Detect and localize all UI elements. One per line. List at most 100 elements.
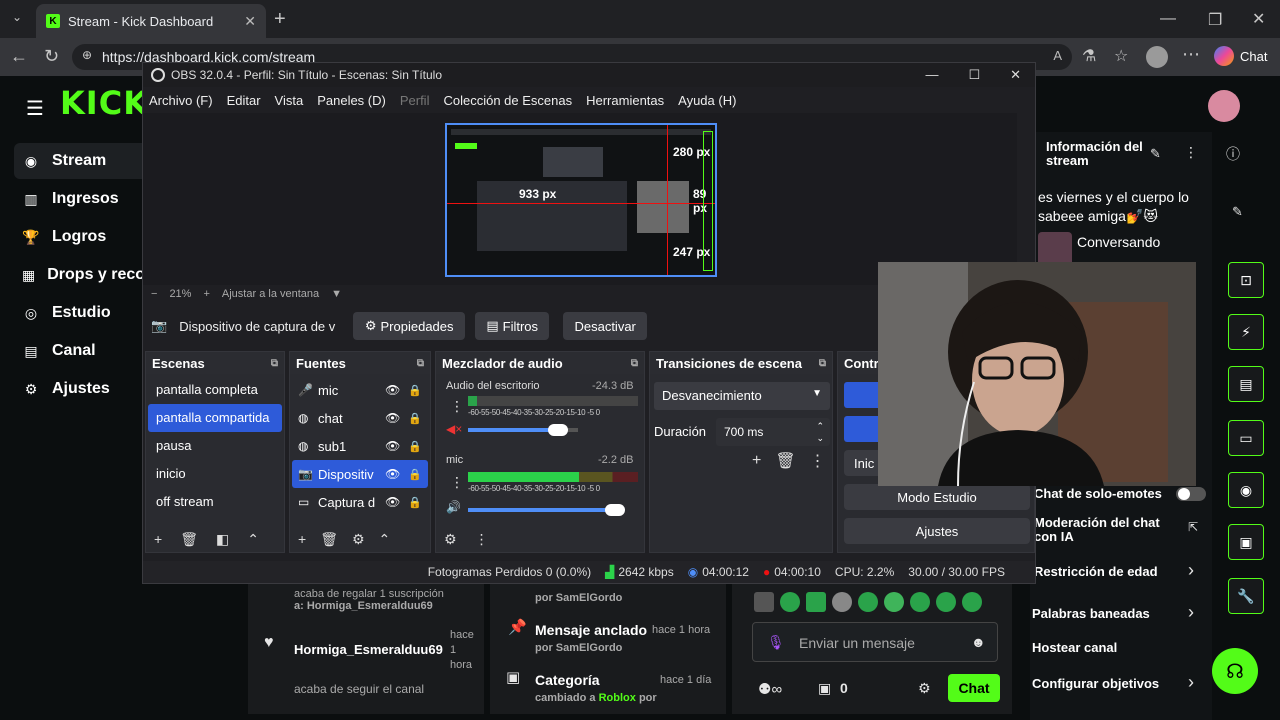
- obs-maximize-icon[interactable]: ☐: [968, 67, 980, 83]
- setting-label[interactable]: Hostear canal: [1032, 640, 1117, 655]
- sidebar-item-estudio[interactable]: ◎ Estudio: [0, 295, 142, 331]
- eye-icon[interactable]: 👁: [385, 439, 400, 453]
- profile-avatar[interactable]: [1146, 46, 1168, 68]
- popout-icon[interactable]: ⧉: [417, 358, 424, 369]
- source-item[interactable]: ◍ sub1 👁 🔒: [292, 432, 428, 460]
- site-info-icon[interactable]: ⊕: [82, 48, 92, 62]
- zoom-out-icon[interactable]: −: [151, 288, 157, 300]
- gift-icon[interactable]: ▣: [818, 680, 831, 697]
- kick-logo[interactable]: KICK: [60, 84, 149, 122]
- browser-tab[interactable]: K Stream - Kick Dashboard ✕: [36, 4, 266, 38]
- menu-herramientas[interactable]: Herramientas: [586, 93, 664, 108]
- source-item[interactable]: ◍ chat 👁 🔒: [292, 404, 428, 432]
- sidebar-item-stream[interactable]: ◉ Stream: [14, 143, 154, 179]
- users-icon[interactable]: ⚉∞: [758, 680, 782, 698]
- eye-icon[interactable]: 👁: [385, 467, 400, 481]
- fit-label[interactable]: Ajustar a la ventana: [222, 288, 319, 300]
- emoji-icon[interactable]: ☻: [971, 634, 986, 650]
- speaker-icon[interactable]: 🔊: [446, 500, 461, 514]
- advanced-audio-icon[interactable]: ⚙: [444, 531, 457, 548]
- source-item[interactable]: ▭ Captura d 👁 🔒: [292, 488, 428, 516]
- new-tab-icon[interactable]: +: [274, 8, 286, 31]
- eye-icon[interactable]: 👁: [385, 411, 400, 425]
- settings-button[interactable]: Ajustes: [844, 518, 1030, 544]
- lock-icon[interactable]: 🔒: [408, 412, 422, 425]
- properties-button[interactable]: ⚙ Propiedades: [353, 312, 466, 340]
- close-tab-icon[interactable]: ✕: [244, 13, 256, 30]
- support-chat-button[interactable]: ☊: [1212, 648, 1258, 694]
- trash-icon[interactable]: 🗑: [320, 531, 338, 548]
- add-icon[interactable]: +: [154, 531, 162, 547]
- chevron-up-icon[interactable]: ⌃: [379, 531, 391, 548]
- chevron-right-icon[interactable]: ›: [1188, 672, 1194, 693]
- gear-icon[interactable]: ⚙: [352, 531, 365, 548]
- copilot-button[interactable]: Chat: [1214, 46, 1267, 66]
- maximize-icon[interactable]: ❐: [1208, 10, 1222, 30]
- lock-icon[interactable]: 🔒: [408, 468, 422, 481]
- menu-archivo[interactable]: Archivo (F): [149, 93, 213, 108]
- setting-label[interactable]: Configurar objetivos: [1032, 676, 1159, 691]
- scene-item[interactable]: pausa: [148, 432, 282, 460]
- reload-icon[interactable]: ↻: [44, 46, 59, 67]
- lock-icon[interactable]: 🔒: [408, 440, 422, 453]
- edit-icon[interactable]: ✎: [1150, 146, 1161, 162]
- more-vertical-icon[interactable]: ⋮: [450, 474, 464, 491]
- scene-item[interactable]: off stream: [148, 488, 282, 516]
- popout-icon[interactable]: ⧉: [631, 358, 638, 369]
- external-link-icon[interactable]: ⇱: [1188, 520, 1198, 534]
- obs-minimize-icon[interactable]: —: [925, 67, 938, 83]
- chat-input[interactable]: 🎙 Enviar un mensaje ☻: [752, 622, 998, 662]
- extension-icon[interactable]: ⚗: [1082, 46, 1096, 66]
- source-item[interactable]: 🎤 mic 👁 🔒: [292, 376, 428, 404]
- setting-label[interactable]: Palabras baneadas: [1032, 606, 1150, 621]
- rail-button-scan[interactable]: ⊡: [1228, 262, 1264, 298]
- menu-icon[interactable]: ☰: [26, 96, 44, 121]
- obs-close-icon[interactable]: ✕: [1010, 67, 1021, 83]
- more-vertical-icon[interactable]: ⋮: [810, 451, 826, 471]
- rail-button-chat[interactable]: ▭: [1228, 420, 1264, 456]
- info-icon[interactable]: ⓘ: [1226, 144, 1240, 164]
- lock-icon[interactable]: 🔒: [408, 496, 422, 509]
- source-item[interactable]: 📷 Dispositiv 👁 🔒: [292, 460, 428, 488]
- deactivate-button[interactable]: Desactivar: [563, 312, 648, 340]
- rail-button-tools[interactable]: 🔧: [1228, 578, 1264, 614]
- menu-ayuda[interactable]: Ayuda (H): [678, 93, 736, 108]
- sidebar-item-ingresos[interactable]: ▥ Ingresos: [0, 181, 142, 217]
- close-window-icon[interactable]: ✕: [1252, 9, 1265, 29]
- setting-label[interactable]: Moderación del chat con IA: [1034, 516, 1164, 544]
- scene-item[interactable]: inicio: [148, 460, 282, 488]
- filters-button[interactable]: ▤ Filtros: [475, 312, 550, 340]
- studio-mode-button[interactable]: Modo Estudio: [844, 484, 1030, 510]
- lock-icon[interactable]: 🔒: [408, 384, 422, 397]
- more-icon[interactable]: ⋯: [1182, 44, 1200, 65]
- rail-button-doc[interactable]: ▤: [1228, 366, 1264, 402]
- volume-slider[interactable]: [468, 424, 578, 436]
- popout-icon[interactable]: ⧉: [819, 358, 826, 369]
- zoom-in-icon[interactable]: +: [203, 288, 209, 300]
- eye-icon[interactable]: 👁: [385, 495, 400, 509]
- pencil-icon[interactable]: ✎: [1232, 204, 1243, 220]
- menu-editar[interactable]: Editar: [227, 93, 261, 108]
- trash-icon[interactable]: 🗑: [775, 451, 795, 471]
- add-icon[interactable]: +: [298, 531, 306, 547]
- rail-button-layout[interactable]: ▣: [1228, 524, 1264, 560]
- more-vertical-icon[interactable]: ⋮: [475, 531, 489, 548]
- menu-coleccion[interactable]: Colección de Escenas: [443, 93, 572, 108]
- mic-icon[interactable]: 🎙: [767, 634, 785, 651]
- obs-preview-area[interactable]: 280 px 933 px 89 px 247 px: [143, 113, 1017, 285]
- user-avatar[interactable]: [1208, 90, 1240, 122]
- menu-perfil[interactable]: Perfil: [400, 93, 430, 108]
- emote-only-toggle[interactable]: [1176, 486, 1206, 501]
- add-icon[interactable]: +: [752, 452, 761, 470]
- preview-canvas[interactable]: 280 px 933 px 89 px 247 px: [445, 123, 717, 277]
- menu-vista[interactable]: Vista: [275, 93, 304, 108]
- chevron-up-icon[interactable]: ⌃: [247, 531, 259, 548]
- popout-icon[interactable]: ⧉: [271, 358, 278, 369]
- more-vertical-icon[interactable]: ⋮: [1184, 144, 1198, 161]
- scene-item[interactable]: pantalla completa: [148, 376, 282, 404]
- sidebar-item-canal[interactable]: ▤ Canal: [0, 333, 142, 369]
- filter-icon[interactable]: ◧: [216, 531, 229, 548]
- more-vertical-icon[interactable]: ⋮: [450, 398, 464, 415]
- eye-icon[interactable]: 👁: [385, 383, 400, 397]
- duration-input[interactable]: 700 ms ⌃ ⌄: [716, 418, 830, 446]
